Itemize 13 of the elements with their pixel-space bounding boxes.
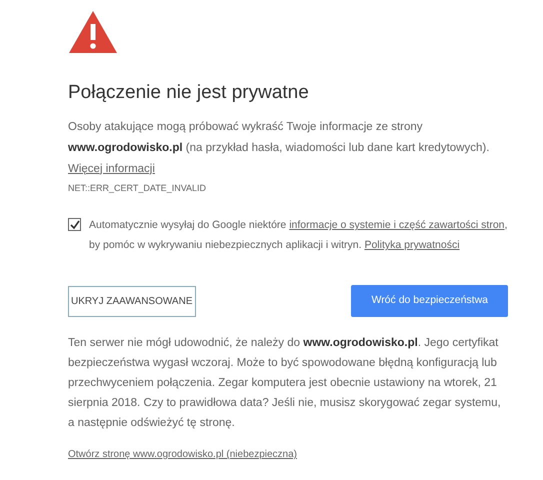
report-text: Automatycznie wysyłaj do Google niektóre informacje o systemie i część zawartości stron, by pomóc w wykrywaniu niebezpiecznych aplikacji i witryn. Polityka prywatności xyxy=(89,218,508,254)
warning-icon xyxy=(68,10,118,54)
page-title: Połączenie nie jest prywatne xyxy=(68,82,310,105)
hide-advanced-button[interactable]: UKRYJ ZAAWANSOWANE xyxy=(68,286,196,317)
back-to-safety-button[interactable]: Wróć do bezpieczeństwa xyxy=(351,285,508,318)
details-text: Ten serwer nie mógł udowodnić, że należy do www.ogrodowisko.pl. Jego certyfikat bezpieczeństwa wygasł wczoraj. Może to być spowodowane błędną konfiguracją lub przechwyceniem połączenia. Zegar komputera jest obecnie ustawiony na wtorek, 21 sierpnia 2018. Czy to prawidłowa data? Jeśli nie, musisz skorygować zegar systemu, a następnie odświeżyć tę stronę. xyxy=(68,336,502,432)
error-code: NET::ERR_CERT_DATE_INVALID xyxy=(68,182,208,195)
proceed-link[interactable]: Otwórz stronę www.ogrodowisko.pl (niebezpieczna) xyxy=(68,447,297,462)
report-checkbox[interactable] xyxy=(68,218,81,232)
intro-text: Osoby atakujące mogą próbować wykraść Twoje informacje ze strony www.ogrodowisko.pl (na przykład hasła, wiadomości lub dane kart kredytowych). Więcej informacji xyxy=(68,120,490,177)
system-info-link[interactable]: informacje o systemie i część zawartości stron xyxy=(289,219,505,232)
privacy-policy-link[interactable]: Polityka prywatności xyxy=(364,239,460,252)
more-info-link[interactable]: Więcej informacji xyxy=(68,162,155,175)
